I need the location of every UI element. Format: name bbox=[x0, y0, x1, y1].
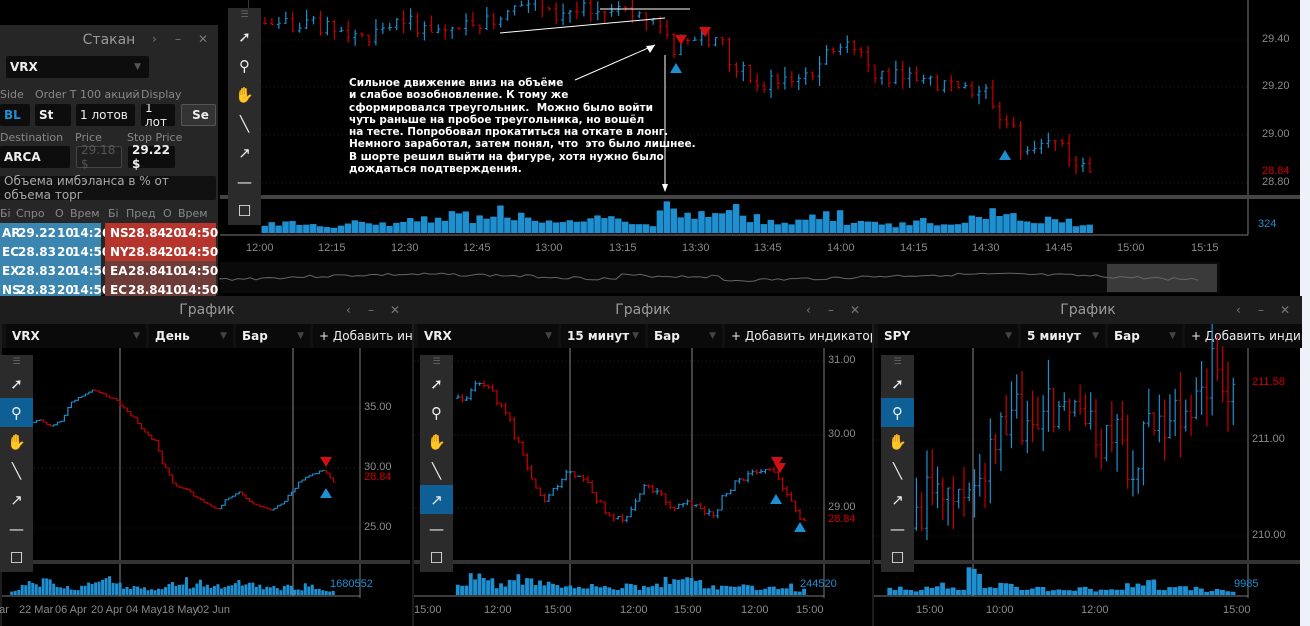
volume-bar bbox=[1209, 591, 1215, 595]
last-price-label: 211.58 bbox=[1252, 376, 1285, 388]
volume-bar bbox=[903, 589, 908, 595]
drawing-toolbar: ☰ ➚ ⚲ ✋ ╲ ↗ — ☐ bbox=[881, 355, 914, 572]
volume-label: 9985 bbox=[1234, 578, 1259, 590]
volume-bar bbox=[1082, 586, 1088, 595]
volume-bar bbox=[897, 586, 903, 595]
volume-bar bbox=[1109, 589, 1114, 595]
volume-bar bbox=[1014, 586, 1019, 595]
hand-icon[interactable]: ✋ bbox=[881, 427, 914, 456]
volume-bar bbox=[987, 587, 993, 595]
volume-bar bbox=[1183, 586, 1188, 595]
volume-bar bbox=[1114, 589, 1120, 595]
volume-bar bbox=[892, 590, 898, 595]
price-tick: 210.00 bbox=[1252, 529, 1286, 541]
volume-bar bbox=[1214, 588, 1220, 595]
volume-bar bbox=[1029, 588, 1035, 595]
volume-bar bbox=[924, 586, 930, 595]
volume-bar bbox=[977, 573, 982, 595]
volume-bar bbox=[1177, 586, 1183, 595]
time-tick: 12:00 bbox=[1081, 604, 1109, 616]
volume-bar bbox=[1066, 590, 1072, 595]
time-tick: 15:00 bbox=[916, 604, 944, 616]
volume-bar bbox=[1035, 586, 1041, 595]
volume-bar bbox=[1051, 590, 1056, 595]
volume-bar bbox=[1161, 590, 1167, 595]
volume-bar bbox=[1061, 590, 1067, 595]
volume-bar bbox=[1156, 589, 1162, 595]
arrow-icon[interactable]: ↗ bbox=[881, 485, 914, 514]
time-tick: 10:00 bbox=[986, 604, 1014, 616]
volume-bar bbox=[992, 588, 998, 595]
volume-bar bbox=[1077, 587, 1083, 595]
pane-divider bbox=[874, 560, 1300, 564]
rectangle-icon[interactable]: ☐ bbox=[881, 543, 914, 572]
volume-bar bbox=[998, 582, 1004, 595]
volume-bar bbox=[1140, 585, 1146, 595]
volume-bar bbox=[1103, 589, 1109, 595]
volume-bar bbox=[908, 589, 914, 595]
toolbar-grip[interactable]: ☰ bbox=[881, 355, 914, 369]
volume-bar bbox=[1151, 579, 1157, 595]
volume-bar bbox=[1146, 580, 1151, 595]
volume-bar bbox=[1003, 583, 1009, 595]
volume-bar bbox=[1193, 586, 1199, 595]
volume-bar bbox=[1225, 591, 1231, 595]
volume-bar bbox=[1135, 583, 1141, 595]
volume-bar bbox=[1088, 588, 1093, 595]
volume-bar bbox=[945, 588, 951, 595]
volume-bar bbox=[1045, 591, 1051, 595]
horizontal-line-icon[interactable]: — bbox=[881, 514, 914, 543]
volume-bar bbox=[1019, 590, 1025, 595]
volume-bar bbox=[1024, 589, 1030, 595]
trade-annotation: Сильное движение вниз на объёме и слабое… bbox=[349, 77, 696, 176]
volume-bar bbox=[913, 591, 919, 595]
volume-bar bbox=[887, 587, 893, 595]
volume-bar bbox=[956, 589, 961, 595]
volume-bar bbox=[1072, 590, 1077, 595]
volume-bar bbox=[1093, 591, 1099, 595]
volume-bar bbox=[934, 586, 940, 595]
volume-bar bbox=[966, 567, 972, 595]
volume-bar bbox=[929, 587, 935, 595]
volume-bar bbox=[919, 589, 924, 595]
volume-bar bbox=[971, 568, 977, 595]
volume-bar bbox=[1130, 587, 1136, 595]
volume-bar bbox=[982, 588, 988, 595]
volume-bar bbox=[1198, 588, 1204, 595]
volume-bar bbox=[1220, 589, 1225, 595]
volume-bar bbox=[1098, 589, 1104, 595]
volume-bar bbox=[1188, 590, 1194, 595]
volume-bar bbox=[1167, 587, 1173, 595]
volume-bar bbox=[1125, 583, 1130, 595]
volume-bar bbox=[940, 582, 945, 595]
volume-bar bbox=[1230, 591, 1236, 595]
volume-bar bbox=[1008, 583, 1014, 595]
zoom-icon[interactable]: ⚲ bbox=[881, 398, 914, 427]
volume-bar bbox=[1172, 587, 1178, 595]
volume-bar bbox=[1119, 589, 1125, 595]
volume-bar bbox=[961, 589, 967, 595]
line-icon[interactable]: ╲ bbox=[881, 456, 914, 485]
volume-bar bbox=[1204, 591, 1210, 595]
volume-bar bbox=[1056, 589, 1062, 595]
volume-bar bbox=[950, 587, 956, 595]
cursor-icon[interactable]: ➚ bbox=[881, 369, 914, 398]
volume-bar bbox=[1040, 586, 1046, 595]
price-tick: 211.00 bbox=[1252, 433, 1285, 445]
time-tick: 15:00 bbox=[1223, 604, 1251, 616]
